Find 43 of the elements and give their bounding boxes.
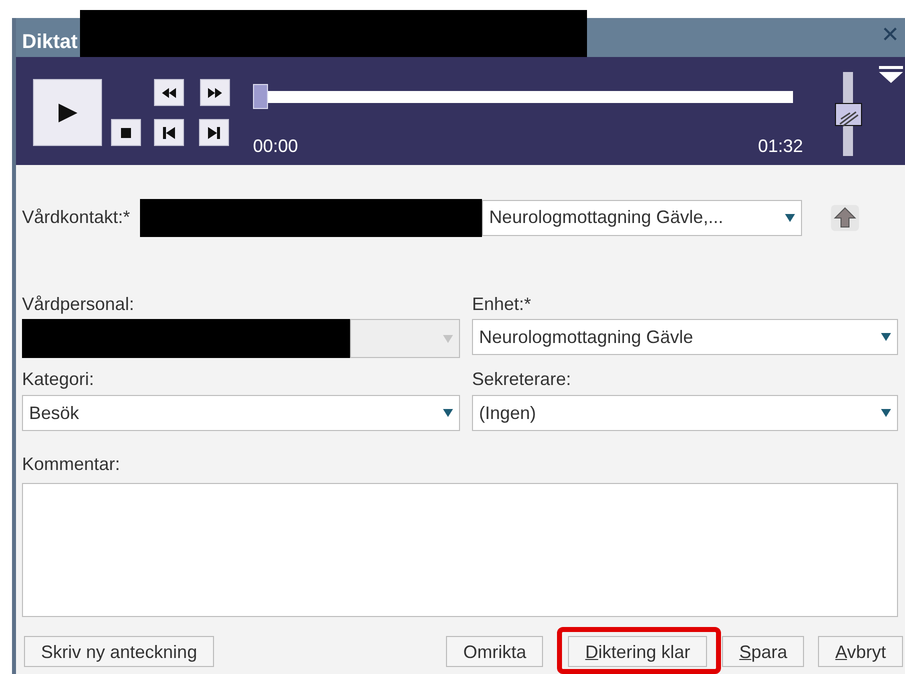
dropdown-caret-icon (443, 408, 453, 418)
dropdown-caret-icon (881, 332, 891, 342)
rewind-icon (162, 86, 176, 98)
field-label: Sekreterare: (472, 370, 572, 390)
skip-forward-icon (207, 126, 221, 138)
dropdown-caret-icon (881, 408, 891, 418)
dropdown[interactable]: Neurologmottagning Gävle (472, 319, 898, 356)
dropdown-caret-icon (443, 334, 453, 344)
skip-back-icon (162, 126, 176, 138)
comment-field[interactable] (22, 483, 898, 617)
stop-button[interactable] (111, 119, 141, 146)
menu-icon[interactable] (879, 66, 903, 84)
field-label: Vårdkontakt:* (22, 206, 130, 230)
dropdown-value: Neurologmottagning Gävle,... (489, 206, 724, 230)
field-label: Vårdpersonal: (22, 294, 136, 314)
skip-back-button[interactable] (154, 119, 184, 146)
field-label: Kommentar: (22, 455, 122, 475)
field-label: Enhet:* (472, 294, 532, 314)
total-time: 01:32 (758, 135, 803, 158)
dialog-button[interactable]: Avbryt (818, 636, 903, 667)
dropdown-value: Neurologmottagning Gävle (479, 326, 694, 349)
dialog-button[interactable]: Diktering klar (568, 636, 708, 667)
progress-thumb[interactable] (253, 84, 268, 109)
skip-forward-button[interactable] (199, 119, 229, 146)
elapsed-time: 00:00 (253, 135, 298, 158)
stop-icon (119, 126, 133, 138)
dialog-button[interactable]: Spara (722, 636, 804, 667)
fast-forward-icon (208, 86, 222, 98)
field-label: Kategori: (22, 370, 96, 390)
fast-forward-button[interactable] (200, 79, 230, 106)
dropdown-value: Besök (29, 402, 80, 425)
dialog-button[interactable]: Omrikta (446, 636, 544, 667)
rewind-button[interactable] (154, 79, 184, 106)
window-title: Diktat (21, 30, 78, 55)
dialog-button[interactable]: Skriv ny anteckning (24, 636, 214, 667)
play-icon (56, 100, 78, 124)
play-button[interactable] (33, 79, 102, 146)
volume-thumb[interactable] (835, 103, 862, 126)
dropdown[interactable]: (Ingen) (472, 395, 898, 432)
dropdown-caret-icon (785, 212, 796, 223)
dropdown-value: (Ingen) (479, 402, 536, 425)
dropdown[interactable]: Neurologmottagning Gävle,... (482, 200, 802, 236)
dropdown[interactable]: Besök (22, 395, 460, 432)
